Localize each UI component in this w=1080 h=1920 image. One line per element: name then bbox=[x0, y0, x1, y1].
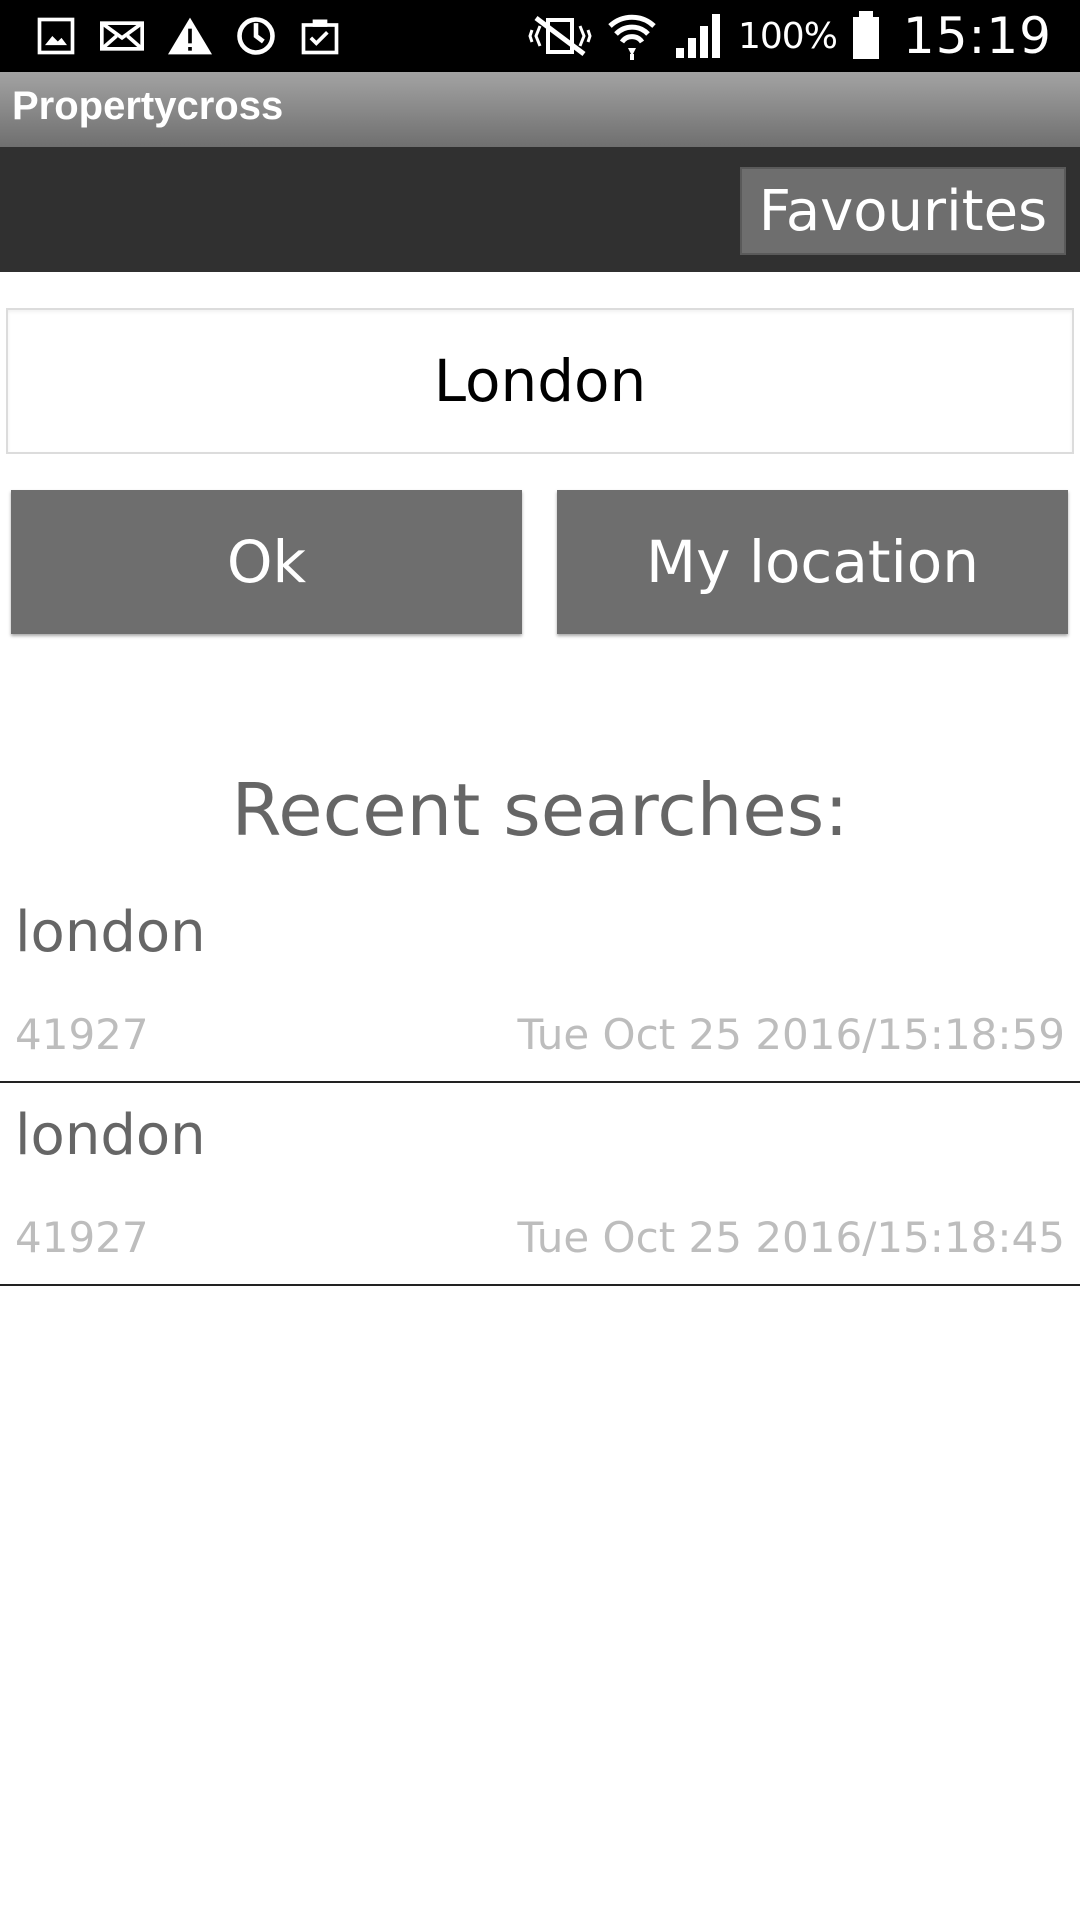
status-bar: 100% 15:19 bbox=[0, 0, 1080, 72]
gallery-icon bbox=[34, 14, 78, 58]
search-input[interactable] bbox=[6, 308, 1074, 454]
recent-item-count: 41927 bbox=[15, 1213, 149, 1262]
clipboard-icon bbox=[298, 14, 342, 58]
recent-item-count: 41927 bbox=[15, 1010, 149, 1059]
app-title-bar: Propertycross bbox=[0, 72, 1080, 147]
favourites-button[interactable]: Favourites bbox=[740, 167, 1066, 255]
mail-icon bbox=[98, 14, 146, 58]
vibrate-icon bbox=[528, 14, 592, 58]
signal-icon bbox=[672, 12, 724, 60]
header-bar: Favourites bbox=[0, 147, 1080, 272]
recent-item-date: Tue Oct 25 2016/15:18:45 bbox=[517, 1213, 1065, 1262]
recent-item-name: london bbox=[15, 1103, 206, 1168]
wifi-icon bbox=[606, 10, 658, 62]
app-title: Propertycross bbox=[12, 84, 284, 128]
status-time: 15:19 bbox=[902, 7, 1052, 65]
recent-searches-list: london 41927 Tue Oct 25 2016/15:18:59 lo… bbox=[0, 880, 1080, 1286]
battery-percent: 100% bbox=[737, 15, 838, 57]
status-right-icons: 100% 15:19 bbox=[528, 6, 1052, 66]
recent-searches-heading: Recent searches: bbox=[231, 768, 849, 852]
battery-icon bbox=[851, 11, 881, 61]
my-location-button[interactable]: My location bbox=[557, 490, 1068, 634]
recent-item-name: london bbox=[15, 900, 206, 965]
status-left-icons bbox=[34, 10, 342, 62]
list-item[interactable]: london 41927 Tue Oct 25 2016/15:18:59 bbox=[0, 880, 1080, 1083]
sync-icon bbox=[234, 14, 278, 58]
list-item[interactable]: london 41927 Tue Oct 25 2016/15:18:45 bbox=[0, 1083, 1080, 1286]
recent-item-date: Tue Oct 25 2016/15:18:59 bbox=[517, 1010, 1065, 1059]
warning-icon bbox=[166, 14, 214, 58]
ok-button[interactable]: Ok bbox=[11, 490, 522, 634]
